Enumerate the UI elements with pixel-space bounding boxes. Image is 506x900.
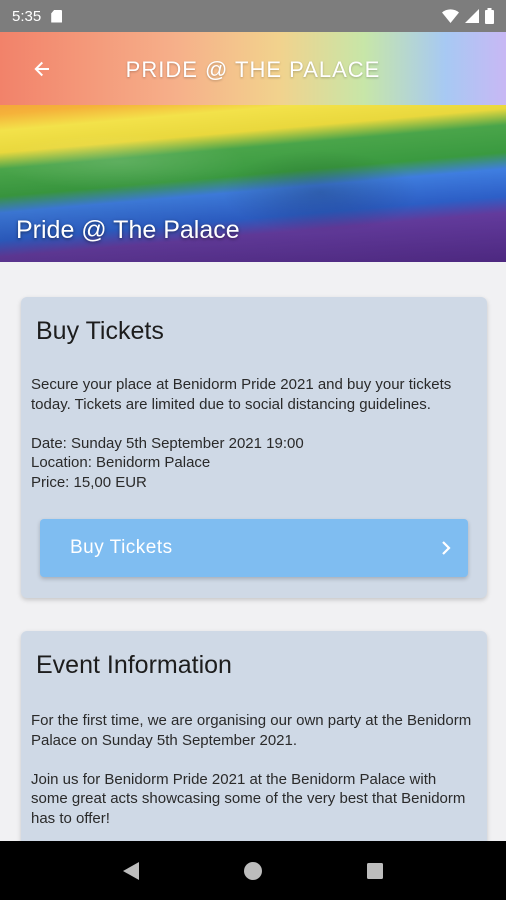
nav-back-button[interactable] (106, 846, 156, 896)
back-triangle-icon (123, 861, 139, 880)
event-info-title: Event Information (36, 651, 232, 679)
hero-title: Pride @ The Palace (16, 216, 240, 244)
buy-tickets-button-label: Buy Tickets (70, 537, 173, 558)
app-bar-title: PRIDE @ THE PALACE (125, 57, 381, 82)
event-date: Date: Sunday 5th September 2021 19:00 (31, 434, 304, 452)
event-info-body: For the first time, we are organising ou… (31, 711, 473, 848)
hero-banner: PRIDE @ THE PALACE Pride @ The Palace (0, 32, 506, 262)
battery-icon (485, 8, 494, 24)
recents-square-icon (367, 862, 383, 879)
wifi-icon (442, 9, 459, 23)
status-bar: 5:35 (0, 0, 506, 32)
system-nav-bar (0, 841, 506, 900)
tickets-card-title: Buy Tickets (36, 317, 164, 345)
status-icons (442, 8, 494, 24)
event-info-paragraph: Join us for Benidorm Pride 2021 at the B… (31, 770, 466, 827)
signal-icon (465, 9, 479, 23)
home-circle-icon (244, 861, 262, 880)
ticket-price: Price: 15,00 EUR (31, 473, 147, 491)
app-bar: PRIDE @ THE PALACE (0, 32, 506, 105)
nav-recents-button[interactable] (350, 846, 400, 896)
tickets-card-body: Secure your place at Benidorm Pride 2021… (31, 375, 473, 492)
status-time: 5:35 (12, 7, 42, 25)
sd-card-icon (51, 9, 63, 23)
event-location: Location: Benidorm Palace (31, 454, 211, 471)
chevron-right-icon (442, 541, 451, 555)
event-info-card: Event Information For the first time, we… (21, 631, 487, 871)
event-info-paragraph: For the first time, we are organising ou… (31, 712, 472, 749)
tickets-card: Buy Tickets Secure your place at Benidor… (21, 297, 487, 598)
buy-tickets-button[interactable]: Buy Tickets (40, 519, 468, 577)
tickets-description: Secure your place at Benidorm Pride 2021… (31, 376, 452, 413)
nav-home-button[interactable] (228, 846, 278, 896)
